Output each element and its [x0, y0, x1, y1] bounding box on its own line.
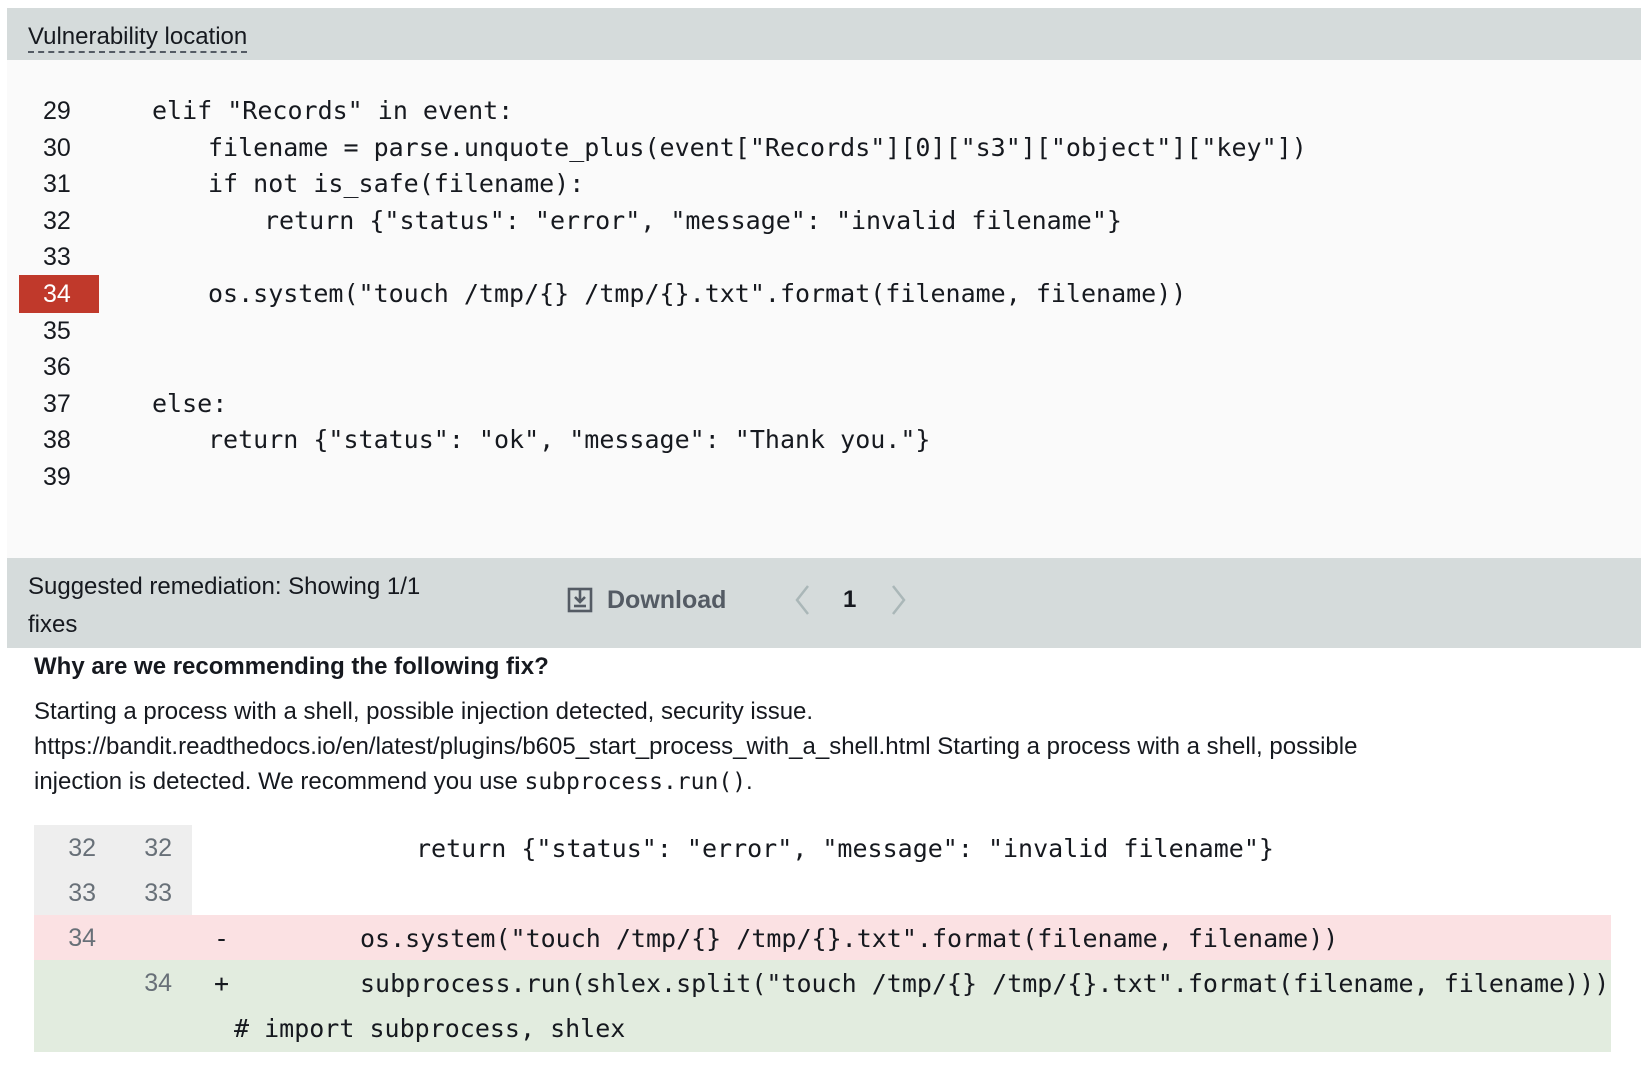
code-text: return {"status": "error", "message": "i…	[264, 205, 1122, 235]
code-line: 37 else:	[7, 385, 1641, 423]
line-number: 33	[43, 243, 71, 272]
highlighted-line-number: 34	[19, 275, 99, 313]
line-number: 38	[43, 426, 71, 455]
line-number: 32	[43, 206, 71, 235]
line-number: 37	[43, 389, 71, 418]
code-text: elif "Records" in event:	[152, 96, 514, 125]
code-line: 33	[7, 238, 1641, 276]
code-text: else:	[152, 388, 228, 418]
diff-new-line-number: 34	[144, 969, 172, 997]
chevron-right-icon[interactable]	[889, 582, 909, 618]
diff-sign: +	[214, 969, 230, 998]
diff-row-added: 34 + subprocess.run(shlex.split("touch /tm…	[34, 960, 1611, 1007]
line-number: 31	[43, 170, 71, 199]
diff-code: os.system("touch /tmp/{} /tmp/{}.txt".fo…	[360, 924, 1339, 953]
diff-view: 32 32 return {"status": "error", "message"…	[34, 825, 1611, 1052]
download-button[interactable]: Download	[567, 580, 726, 620]
code-text: if not is_safe(filename):	[208, 169, 585, 199]
line-number: 36	[43, 353, 71, 382]
diff-new-line-number: 33	[144, 879, 172, 907]
code-line: 30 filename = parse.unquote_plus(event["R…	[7, 129, 1641, 167]
code-line: 31 if not is_safe(filename):	[7, 165, 1641, 203]
code-line: 35	[7, 312, 1641, 350]
why-heading: Why are we recommending the following fi…	[34, 653, 549, 680]
vulnerability-location-title[interactable]: Vulnerability location	[28, 24, 248, 53]
download-label: Download	[607, 585, 727, 614]
code-line: 32 return {"status": "error", "message": …	[7, 202, 1641, 240]
code-line: 39	[7, 458, 1641, 496]
diff-new-line-number: 32	[144, 834, 172, 862]
diff-row-added: # import subprocess, shlex	[34, 1005, 1611, 1052]
diff-old-line-number: 32	[68, 834, 96, 862]
chevron-left-icon[interactable]	[792, 582, 812, 618]
diff-code: # import subprocess, shlex	[234, 1014, 626, 1043]
code-listing: 29 elif "Records" in event: 30 filename = p…	[7, 60, 1641, 558]
diff-row-context: 33 33	[34, 870, 1611, 917]
line-number: 35	[43, 316, 71, 345]
code-line: 36	[7, 348, 1641, 386]
diff-old-line-number	[46, 960, 96, 1007]
download-icon	[567, 587, 593, 613]
diff-old-line-number: 33	[68, 879, 96, 907]
line-number: 30	[43, 133, 71, 162]
vulnerability-header: Vulnerability location	[7, 8, 1641, 60]
diff-sign: -	[214, 924, 230, 953]
remediation-title: Suggested remediation: Showing 1/1 fixes	[28, 573, 421, 638]
diff-row-removed: 34 - os.system("touch /tmp/{} /tmp/{}.txt"…	[34, 915, 1611, 962]
line-number: 39	[43, 463, 71, 491]
diff-new-line-number	[122, 1005, 172, 1052]
why-suffix: .	[746, 768, 753, 795]
diff-old-line-number	[46, 1005, 96, 1052]
code-text: os.system("touch /tmp/{} /tmp/{}.txt".fo…	[208, 279, 1187, 308]
diff-code: return {"status": "error", "message": "i…	[416, 834, 1274, 863]
code-text: filename = parse.unquote_plus(event["Rec…	[208, 132, 1307, 162]
why-explanation: Starting a process with a shell, possibl…	[34, 694, 1434, 800]
page-number[interactable]: 1	[843, 580, 856, 620]
code-line: 38 return {"status": "ok", "message": "Th…	[7, 421, 1641, 459]
diff-row-context: 32 32 return {"status": "error", "message"…	[34, 825, 1611, 872]
why-code: subprocess.run()	[524, 769, 747, 795]
diff-old-line-number: 34	[68, 924, 96, 952]
code-text: return {"status": "ok", "message": "Than…	[208, 425, 931, 455]
line-number: 29	[43, 97, 71, 125]
code-line: 34 os.system("touch /tmp/{} /tmp/{}.txt".…	[7, 275, 1641, 313]
remediation-header: Suggested remediation: Showing 1/1 fixes…	[7, 558, 1641, 648]
diff-code: subprocess.run(shlex.split("touch /tmp/{…	[360, 969, 1610, 998]
diff-new-line-number	[122, 915, 172, 962]
code-line: 29 elif "Records" in event:	[7, 92, 1641, 130]
